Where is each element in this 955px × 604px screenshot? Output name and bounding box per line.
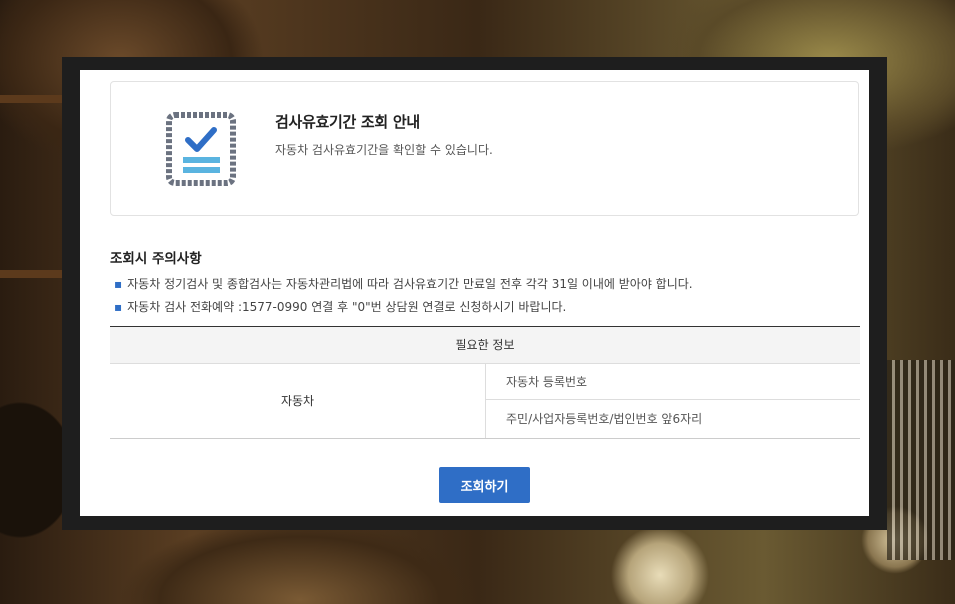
background-grille xyxy=(887,360,955,560)
notice-item: ▪ 자동차 검사 전화예약 :1577-0990 연결 후 "0"번 상담원 연결… xyxy=(114,298,566,315)
required-item-cell: 자동차 등록번호 xyxy=(486,364,860,400)
category-cell: 자동차 xyxy=(110,364,486,438)
required-item-cell: 주민/사업자등록번호/법인번호 앞6자리 xyxy=(506,412,703,426)
notice-title: 조회시 주의사항 xyxy=(110,251,202,267)
table-header: 필요한 정보 xyxy=(110,327,860,364)
background-shelf xyxy=(0,95,62,103)
info-subtitle: 자동차 검사유효기간을 확인할 수 있습니다. xyxy=(275,143,493,157)
required-info-table: 필요한 정보 자동차 자동차 등록번호 주민/사업자등록번호/법인번호 앞6자리 xyxy=(110,326,860,439)
search-button[interactable]: 조회하기 xyxy=(439,467,530,503)
bullet-icon: ▪ xyxy=(114,300,123,314)
notice-item-text: 자동차 정기검사 및 종합검사는 자동차관리법에 따라 검사유효기간 만료일 전… xyxy=(127,277,693,291)
checklist-icon xyxy=(166,112,236,186)
bullet-icon: ▪ xyxy=(114,277,123,291)
notice-item-text: 자동차 검사 전화예약 :1577-0990 연결 후 "0"번 상담원 연결로… xyxy=(127,300,567,314)
background-shelf xyxy=(0,270,62,278)
info-title: 검사유효기간 조회 안내 xyxy=(275,113,420,131)
notice-item: ▪ 자동차 정기검사 및 종합검사는 자동차관리법에 따라 검사유효기간 만료일 … xyxy=(114,275,693,292)
table-body: 자동차 자동차 등록번호 주민/사업자등록번호/법인번호 앞6자리 xyxy=(110,364,860,439)
